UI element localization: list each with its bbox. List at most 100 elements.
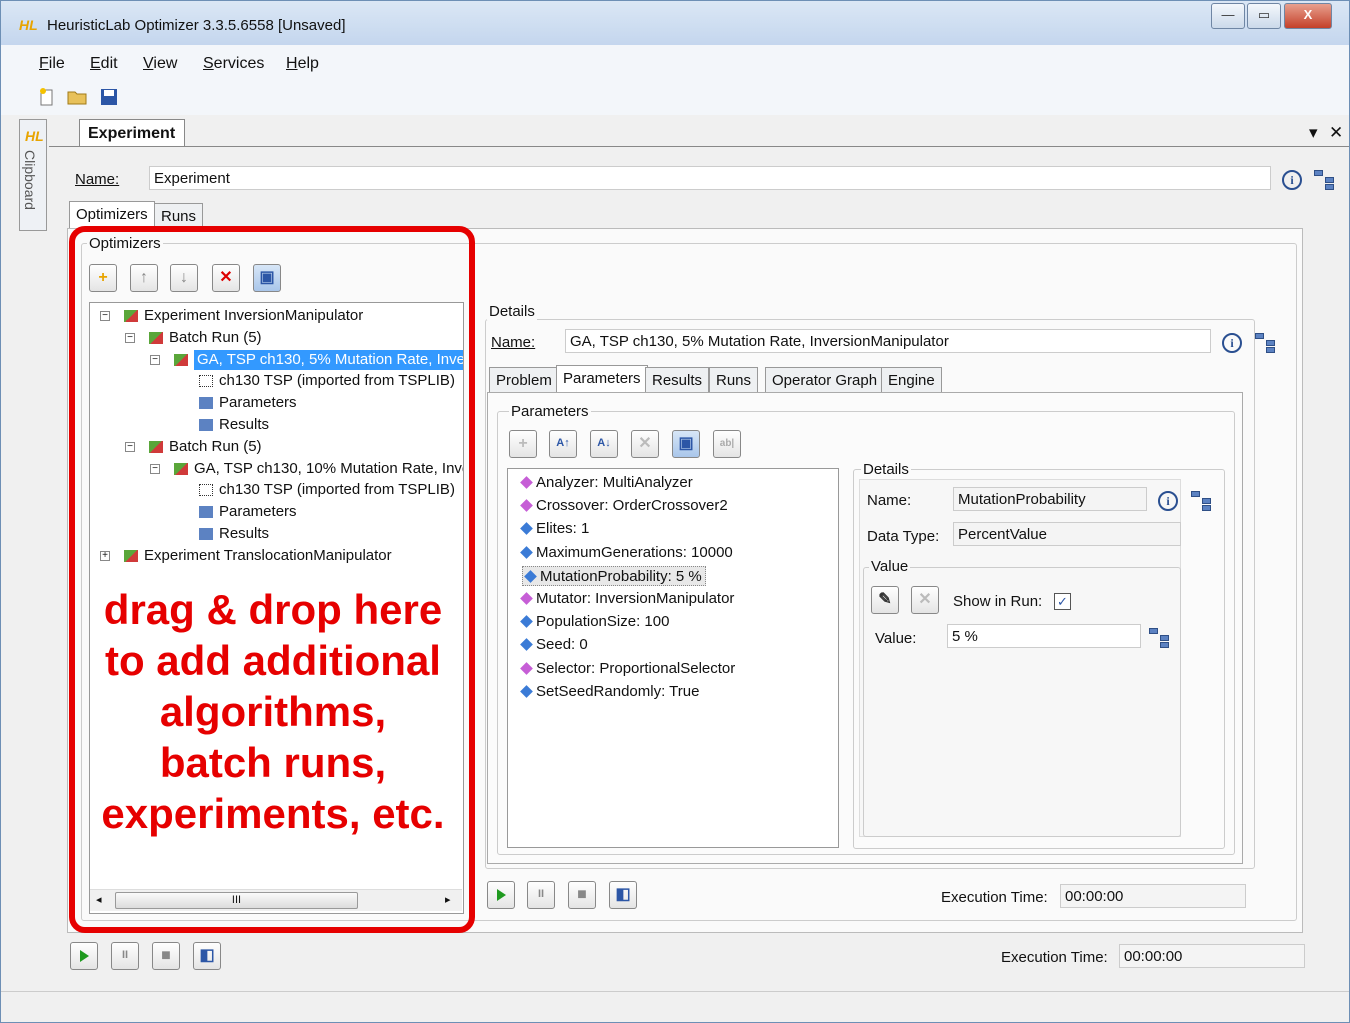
- parameter-item[interactable]: Crossover: OrderCrossover2: [520, 496, 728, 516]
- show-details-button[interactable]: ▣: [672, 430, 700, 458]
- value-input[interactable]: 5 %: [947, 624, 1141, 648]
- start-algorithm-button[interactable]: [487, 881, 515, 909]
- main-window: HL HeuristicLab Optimizer 3.3.5.6558 [Un…: [0, 0, 1350, 1023]
- start-experiment-button[interactable]: [70, 942, 98, 970]
- parameter-icon: [520, 499, 533, 513]
- menu-view[interactable]: View: [143, 55, 177, 73]
- view-hierarchy-icon[interactable]: [1191, 491, 1213, 511]
- stop-experiment-button[interactable]: ■: [152, 942, 180, 970]
- chevron-down-icon[interactable]: ▾: [1309, 123, 1318, 143]
- sort-ascending-icon[interactable]: A↑: [549, 430, 577, 458]
- parameter-label: Analyzer: MultiAnalyzer: [536, 474, 693, 491]
- param-details-title: Details: [861, 461, 911, 478]
- parameter-icon: [520, 615, 533, 629]
- experiment-name-label: Name:: [75, 171, 120, 188]
- parameter-icon: [520, 638, 533, 652]
- tab-parameters[interactable]: Parameters: [556, 365, 648, 393]
- parameter-icon: [524, 569, 537, 583]
- parameter-item[interactable]: Mutator: InversionManipulator: [520, 589, 735, 609]
- add-parameter-button[interactable]: +: [509, 430, 537, 458]
- parameter-item[interactable]: SetSeedRandomly: True: [520, 682, 700, 702]
- reset-algorithm-button[interactable]: ◧: [609, 881, 637, 909]
- window-title: HeuristicLab Optimizer 3.3.5.6558 [Unsav…: [47, 17, 346, 34]
- menu-help[interactable]: Help: [286, 55, 319, 73]
- document-tab-experiment[interactable]: Experiment: [79, 119, 185, 147]
- annotation-line: drag & drop here: [103, 586, 443, 633]
- close-button[interactable]: X: [1284, 3, 1332, 29]
- parameter-item[interactable]: Analyzer: MultiAnalyzer: [520, 473, 693, 493]
- parameter-item[interactable]: Seed: 0: [520, 635, 588, 655]
- tab-operator-graph[interactable]: Operator Graph: [765, 367, 885, 393]
- new-file-icon[interactable]: [37, 87, 57, 107]
- remove-parameter-button[interactable]: ✕: [631, 430, 659, 458]
- parameter-item[interactable]: PopulationSize: 100: [520, 612, 670, 632]
- view-hierarchy-icon[interactable]: [1255, 333, 1277, 353]
- menu-bar: File Edit View Services Help: [1, 45, 1349, 81]
- param-name-label: Name:: [867, 492, 912, 509]
- maximize-button[interactable]: ▭: [1247, 3, 1281, 29]
- close-document-icon[interactable]: ✕: [1329, 123, 1343, 143]
- info-icon[interactable]: i: [1282, 170, 1302, 190]
- pause-algorithm-button[interactable]: II: [527, 881, 555, 909]
- parameter-label: Crossover: OrderCrossover2: [536, 497, 728, 515]
- parameter-icon: [520, 684, 533, 698]
- tab-engine[interactable]: Engine: [881, 367, 942, 393]
- view-hierarchy-icon[interactable]: [1314, 170, 1336, 190]
- parameter-label: MutationProbability: 5 %: [540, 567, 702, 585]
- tab-results[interactable]: Results: [645, 367, 710, 393]
- annotation-line: batch runs,: [159, 739, 387, 786]
- main-toolbar: [1, 81, 1349, 115]
- info-icon[interactable]: i: [1158, 491, 1178, 511]
- experiment-name-input[interactable]: Experiment: [149, 166, 1271, 190]
- annotation-line: algorithms,: [159, 688, 387, 735]
- parameter-item[interactable]: Selector: ProportionalSelector: [520, 659, 735, 679]
- clipboard-sidebar[interactable]: HL Clipboard: [19, 119, 47, 231]
- algorithm-name-label: Name:: [491, 334, 536, 351]
- algorithm-exec-time-label: Execution Time:: [941, 889, 1048, 906]
- parameter-label: PopulationSize: 100: [536, 613, 670, 631]
- tab-optimizers[interactable]: Optimizers: [69, 201, 155, 229]
- parameter-label: Mutator: InversionManipulator: [536, 590, 735, 607]
- param-type-field[interactable]: PercentValue: [953, 522, 1181, 546]
- menu-file[interactable]: File: [39, 55, 65, 73]
- experiment-exec-time-label: Execution Time:: [1001, 949, 1108, 966]
- parameter-icon: [520, 661, 533, 675]
- parameter-icon: [520, 476, 533, 489]
- algorithm-name-input[interactable]: GA, TSP ch130, 5% Mutation Rate, Inversi…: [565, 329, 1211, 353]
- clear-value-button[interactable]: ✕: [911, 586, 939, 614]
- view-hierarchy-icon[interactable]: [1149, 628, 1171, 648]
- tab-problem[interactable]: Problem: [489, 367, 559, 393]
- app-logo: HL: [19, 17, 38, 33]
- menu-edit[interactable]: Edit: [90, 55, 118, 73]
- minimize-button[interactable]: —: [1211, 3, 1245, 29]
- drop-zone-annotation: drag & drop here to add additional algor…: [95, 584, 451, 839]
- parameter-label: Elites: 1: [536, 520, 590, 538]
- tab-runs-detail[interactable]: Runs: [709, 367, 759, 393]
- param-name-field[interactable]: MutationProbability: [953, 487, 1147, 511]
- parameter-icon: [520, 522, 533, 536]
- sort-descending-icon[interactable]: A↓: [590, 430, 618, 458]
- parameters-group-title: Parameters: [509, 403, 591, 420]
- parameter-item[interactable]: MutationProbability: 5 %: [522, 565, 706, 586]
- algorithm-exec-time-field: 00:00:00: [1060, 884, 1246, 908]
- edit-pencil-icon[interactable]: ✎: [871, 586, 899, 614]
- text-field-icon[interactable]: ab|: [713, 430, 741, 458]
- pause-experiment-button[interactable]: II: [111, 942, 139, 970]
- menu-services[interactable]: Services: [203, 55, 264, 73]
- reset-experiment-button[interactable]: ◧: [193, 942, 221, 970]
- open-folder-icon[interactable]: [67, 87, 87, 107]
- save-icon[interactable]: [99, 87, 119, 107]
- stop-algorithm-button[interactable]: ■: [568, 881, 596, 909]
- parameter-label: SetSeedRandomly: True: [536, 682, 700, 700]
- show-in-run-checkbox[interactable]: ✓: [1054, 593, 1071, 610]
- value-label: Value:: [875, 630, 917, 647]
- document-tab-divider: [49, 146, 1349, 147]
- info-icon[interactable]: i: [1222, 333, 1242, 353]
- parameter-item[interactable]: MaximumGenerations: 10000: [520, 543, 733, 563]
- value-group-title: Value: [869, 558, 911, 575]
- annotation-line: experiments, etc.: [101, 790, 445, 837]
- parameter-item[interactable]: Elites: 1: [520, 519, 590, 539]
- experiment-exec-time-field: 00:00:00: [1119, 944, 1305, 968]
- parameters-list[interactable]: Analyzer: MultiAnalyzer Crossover: OrderC…: [507, 468, 839, 848]
- parameter-label: MaximumGenerations: 10000: [536, 543, 733, 561]
